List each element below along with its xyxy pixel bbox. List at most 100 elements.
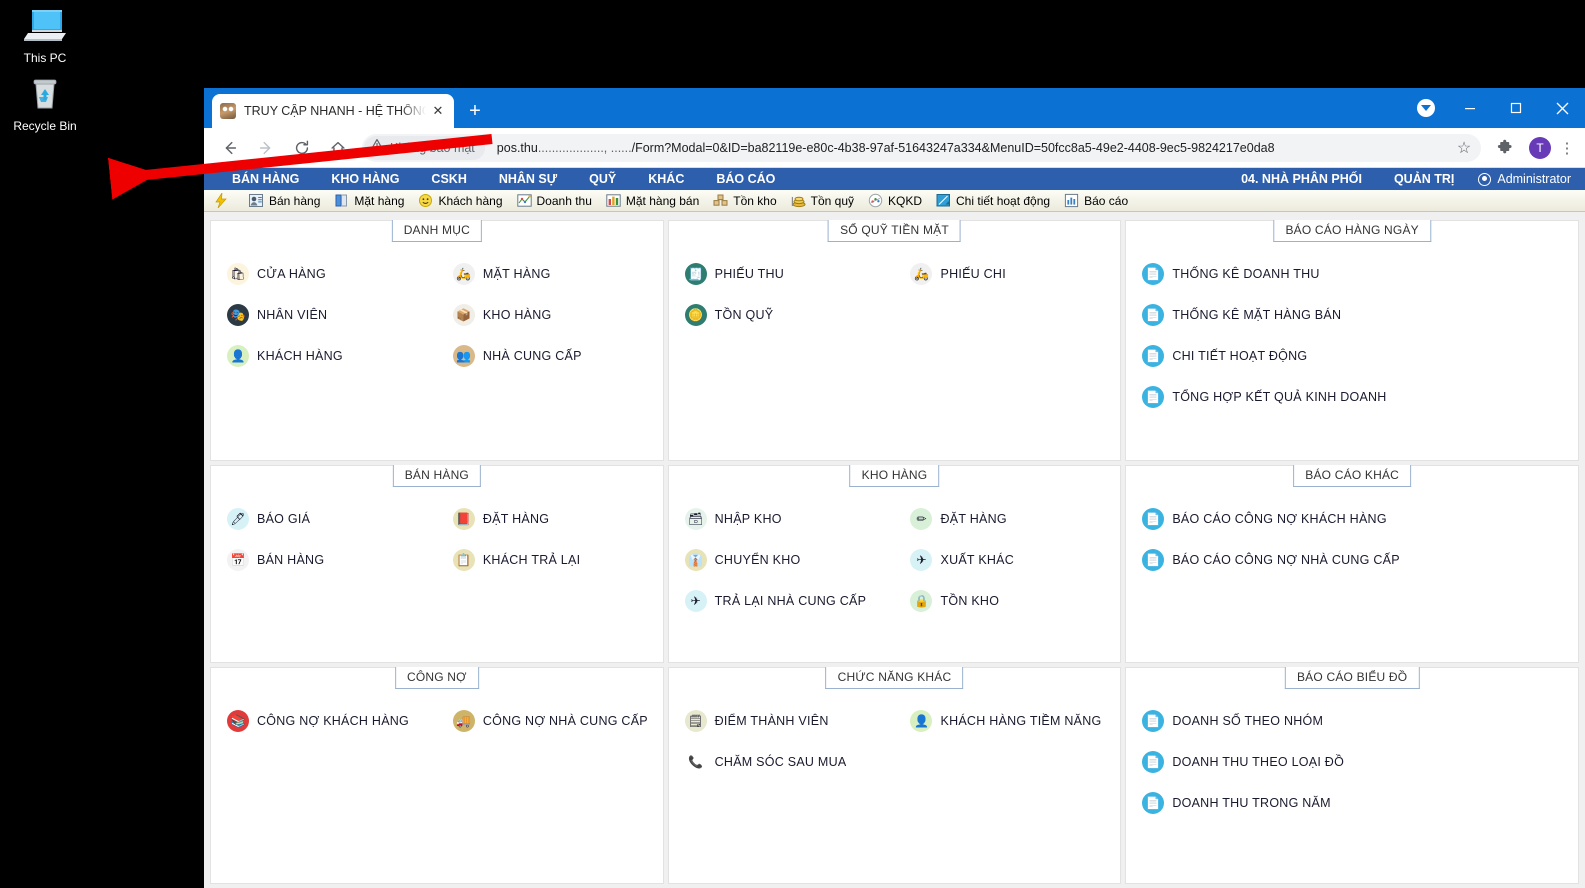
menu-dat-hang[interactable]: 📕 ĐẶT HÀNG bbox=[437, 498, 663, 539]
menu-bao-cao-cong-no-nha-cung-cap[interactable]: 📄 BÁO CÁO CÔNG NỢ NHÀ CUNG CẤP bbox=[1126, 539, 1578, 580]
menu-nha-cung-cap[interactable]: 👥 NHÀ CUNG CẤP bbox=[437, 335, 663, 376]
security-status-text: Không bảo mật bbox=[390, 140, 475, 155]
menu-label: BÁO GIÁ bbox=[257, 511, 311, 526]
quick-toolbar-chi-tiet-hoat-dong[interactable]: Chi tiết hoạt động bbox=[936, 193, 1050, 208]
quick-toolbar-mat-hang[interactable]: Mặt hàng bbox=[334, 193, 404, 208]
menu-doanh-so-theo-nhom[interactable]: 📄 DOANH SỐ THEO NHÓM bbox=[1126, 700, 1578, 741]
menu-doanh-thu-trong-nam[interactable]: 📄 DOANH THU TRONG NĂM bbox=[1126, 782, 1578, 823]
menu-doanh-thu-theo-loai-do[interactable]: 📄 DOANH THU THEO LOẠI ĐỒ bbox=[1126, 741, 1578, 782]
menu-item-quy[interactable]: QUỸ bbox=[573, 168, 632, 190]
lock-icon: 🔒 bbox=[910, 589, 933, 612]
calendar-icon: 📅 bbox=[227, 548, 249, 571]
menu-ton-kho[interactable]: 🔒 TỒN KHO bbox=[894, 580, 1120, 621]
bookmark-star-icon[interactable]: ☆ bbox=[1451, 138, 1477, 158]
menu-label: CHUYỂN KHO bbox=[714, 552, 801, 567]
menu-cham-soc-sau-mua[interactable]: 📞 CHĂM SÓC SAU MUA bbox=[669, 741, 895, 782]
panel-title: BÁN HÀNG bbox=[392, 465, 481, 487]
menu-chuyen-kho[interactable]: 👔 CHUYỂN KHO bbox=[669, 539, 895, 580]
menu-label: ĐẶT HÀNG bbox=[482, 511, 550, 526]
menu-item-cskh[interactable]: CSKH bbox=[415, 168, 482, 190]
package-icon: 📦 bbox=[452, 303, 475, 326]
menu-xuat-khac[interactable]: ✈ XUẤT KHÁC bbox=[894, 539, 1120, 580]
forward-button[interactable] bbox=[251, 133, 281, 163]
security-status-chip[interactable]: Không bảo mật bbox=[364, 135, 485, 160]
url-prefix: pos.thu bbox=[496, 140, 538, 155]
menu-nhan-vien[interactable]: 🎭 NHÂN VIÊN bbox=[211, 294, 437, 335]
menu-khach-hang-tiem-nang[interactable]: 👤 KHÁCH HÀNG TIỀM NĂNG bbox=[894, 700, 1120, 741]
quick-toolbar-ton-kho[interactable]: Tồn kho bbox=[713, 193, 777, 208]
browser-nav-bar: Không bảo mật pos.thu...................… bbox=[204, 128, 1585, 168]
url-text[interactable]: pos.thu..................., ....../Form?… bbox=[497, 141, 1451, 155]
menu-item-ban-hang[interactable]: BÁN HÀNG bbox=[216, 168, 315, 190]
menu-bao-cao-cong-no-khach-hang[interactable]: 📄 BÁO CÁO CÔNG NỢ KHÁCH HÀNG bbox=[1126, 498, 1578, 539]
branch-selector[interactable]: 04. NHÀ PHÂN PHỐI bbox=[1225, 168, 1378, 190]
menu-chi-tiet-hoat-dong[interactable]: 📄 CHI TIẾT HOẠT ĐỘNG bbox=[1126, 335, 1578, 376]
browser-menu-icon[interactable]: ⋮ bbox=[1557, 139, 1577, 157]
menu-label: THỐNG KÊ DOANH THU bbox=[1172, 266, 1320, 281]
customer-icon bbox=[418, 193, 433, 208]
quick-toolbar-ton-quy[interactable]: Tồn quỹ bbox=[791, 193, 854, 208]
menu-item-bao-cao[interactable]: BÁO CÁO bbox=[700, 168, 791, 190]
quick-toolbar-lightning[interactable] bbox=[214, 193, 233, 208]
quick-toolbar-khach-hang[interactable]: Khách hàng bbox=[418, 193, 503, 208]
menu-tong-hop-ket-qua-kinh-doanh[interactable]: 📄 TỔNG HỢP KẾT QUẢ KINH DOANH bbox=[1126, 376, 1578, 417]
panel-title: BÁO CÁO HÀNG NGÀY bbox=[1273, 220, 1431, 242]
menu-phieu-thu[interactable]: 🧾 PHIẾU THU bbox=[669, 253, 895, 294]
maximize-button[interactable] bbox=[1493, 88, 1539, 128]
extensions-puzzle-icon[interactable] bbox=[1490, 133, 1520, 163]
menu-item-kho-hang[interactable]: KHO HÀNG bbox=[315, 168, 415, 190]
avatar[interactable]: T bbox=[1529, 136, 1551, 159]
new-tab-button[interactable]: + bbox=[462, 100, 488, 124]
address-bar[interactable]: Không bảo mật pos.thu...................… bbox=[362, 133, 1481, 162]
menu-khach-hang[interactable]: 👤 KHÁCH HÀNG bbox=[211, 335, 437, 376]
menu-nhap-kho[interactable]: 🗃 NHẬP KHO bbox=[669, 498, 895, 539]
menu-thong-ke-doanh-thu[interactable]: 📄 THỐNG KÊ DOANH THU bbox=[1126, 253, 1578, 294]
quick-toolbar-kqkd[interactable]: KQKD bbox=[868, 193, 922, 208]
desktop-icon-this-pc[interactable]: This PC bbox=[0, 6, 90, 66]
menu-cong-no-khach-hang[interactable]: 📚 CÔNG NỢ KHÁCH HÀNG bbox=[211, 700, 437, 741]
panel-title: CHỨC NĂNG KHÁC bbox=[825, 667, 964, 689]
home-button[interactable] bbox=[323, 133, 353, 163]
book-icon: 📕 bbox=[452, 507, 475, 530]
menu-mat-hang[interactable]: 🛵 MẶT HÀNG bbox=[437, 253, 663, 294]
quick-toolbar-mat-hang-ban[interactable]: Mặt hàng bán bbox=[606, 193, 699, 208]
panel-bao-cao-hang-ngay: BÁO CÁO HÀNG NGÀY 📄 THỐNG KÊ DOANH THU 📄… bbox=[1125, 220, 1579, 461]
menu-dat-hang-kho[interactable]: ✏ ĐẶT HÀNG bbox=[894, 498, 1120, 539]
menu-bao-gia[interactable]: 🖊 BÁO GIÁ bbox=[211, 498, 437, 539]
menu-item-khac[interactable]: KHÁC bbox=[632, 168, 700, 190]
menu-item-nhan-su[interactable]: NHÂN SỰ bbox=[483, 168, 573, 190]
panel-kho-hang: KHO HÀNG 🗃 NHẬP KHO ✏ ĐẶT HÀNG 👔 CHUYỂN … bbox=[667, 465, 1122, 663]
profile-caret-badge[interactable] bbox=[1417, 99, 1435, 117]
group-icon: 👥 bbox=[452, 344, 475, 367]
reload-button[interactable] bbox=[287, 133, 317, 163]
current-user-chip[interactable]: Administrator bbox=[1470, 172, 1579, 186]
menu-ton-quy[interactable]: 🪙 TỒN QUỸ bbox=[669, 294, 895, 335]
quick-toolbar-bao-cao[interactable]: Báo cáo bbox=[1064, 193, 1128, 208]
desktop-icon-recycle-bin[interactable]: Recycle Bin bbox=[0, 74, 90, 134]
person-green-icon: 👤 bbox=[227, 344, 249, 367]
panel-so-quy-tien-mat: SỔ QUỸ TIỀN MẶT 🧾 PHIẾU THU 🛵 PHIẾU CHI … bbox=[667, 220, 1122, 461]
menu-item-quan-tri[interactable]: QUẢN TRỊ bbox=[1378, 168, 1470, 190]
menu-label: MẶT HÀNG bbox=[482, 266, 551, 281]
menu-kho-hang[interactable]: 📦 KHO HÀNG bbox=[437, 294, 663, 335]
back-button[interactable] bbox=[215, 133, 245, 163]
menu-tra-lai-nha-cung-cap[interactable]: ✈ TRẢ LẠI NHÀ CUNG CẤP bbox=[669, 580, 895, 621]
menu-thong-ke-mat-hang-ban[interactable]: 📄 THỐNG KÊ MẶT HÀNG BÁN bbox=[1126, 294, 1578, 335]
document-icon: 📄 bbox=[1142, 385, 1165, 408]
menu-label: DOANH SỐ THEO NHÓM bbox=[1172, 713, 1324, 728]
close-icon[interactable]: ✕ bbox=[430, 103, 446, 119]
menu-diem-thanh-vien[interactable]: 🗒 ĐIỂM THÀNH VIÊN bbox=[669, 700, 895, 741]
browser-tab[interactable]: TRUY CẬP NHANH - HỆ THỐNG ✕ bbox=[212, 94, 454, 128]
menubar-right-group: 04. NHÀ PHÂN PHỐI QUẢN TRỊ Administrator bbox=[1225, 168, 1579, 190]
quick-toolbar-label: Báo cáo bbox=[1084, 193, 1129, 208]
menu-ban-hang[interactable]: 📅 BÁN HÀNG bbox=[211, 539, 437, 580]
menu-cong-no-nha-cung-cap[interactable]: 🚚 CÔNG NỢ NHÀ CUNG CẤP bbox=[437, 700, 663, 741]
quick-toolbar-ban-hang[interactable]: Bán hàng bbox=[249, 193, 320, 208]
close-button[interactable] bbox=[1539, 88, 1585, 128]
minimize-button[interactable] bbox=[1447, 88, 1493, 128]
menu-khach-tra-lai[interactable]: 📋 KHÁCH TRẢ LẠI bbox=[437, 539, 663, 580]
menu-cua-hang[interactable]: 🛍 CỬA HÀNG bbox=[211, 253, 437, 294]
revenue-icon bbox=[516, 193, 532, 208]
quick-toolbar-doanh-thu[interactable]: Doanh thu bbox=[516, 193, 592, 208]
menu-phieu-chi[interactable]: 🛵 PHIẾU CHI bbox=[894, 253, 1120, 294]
